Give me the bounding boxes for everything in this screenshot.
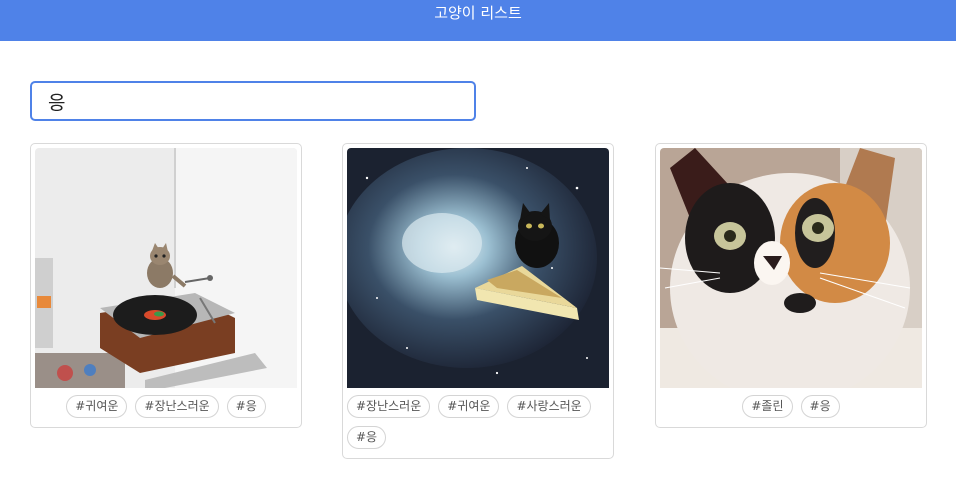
tag-list: #귀여운 #장난스러운 #응: [35, 388, 297, 423]
tag-chip[interactable]: #응: [347, 426, 387, 449]
tag-chip[interactable]: #장난스러운: [135, 395, 219, 418]
cat-card[interactable]: #귀여운 #장난스러운 #응: [30, 143, 302, 428]
tag-chip[interactable]: #응: [226, 395, 266, 418]
tag-chip[interactable]: #장난스러운: [347, 395, 431, 418]
tag-chip[interactable]: #응: [800, 395, 840, 418]
search-input[interactable]: [30, 81, 476, 121]
cat-card[interactable]: #졸린 #응: [655, 143, 927, 428]
tag-list: #졸린 #응: [660, 388, 922, 423]
tag-chip[interactable]: #졸린: [742, 395, 793, 418]
tag-chip[interactable]: #귀여운: [66, 395, 128, 418]
cat-on-record-player-photo[interactable]: [35, 148, 297, 388]
cat-in-space-taco-photo[interactable]: [347, 148, 609, 388]
app-header: 고양이 리스트: [0, 0, 956, 41]
calico-cat-face-photo[interactable]: [660, 148, 922, 388]
tag-chip[interactable]: #귀여운: [438, 395, 500, 418]
tag-chip[interactable]: #사랑스러운: [507, 395, 591, 418]
tag-list: #장난스러운 #귀여운 #사랑스러운 #응: [347, 388, 609, 454]
cat-card[interactable]: #장난스러운 #귀여운 #사랑스러운 #응: [342, 143, 614, 459]
page-title: 고양이 리스트: [434, 4, 522, 22]
